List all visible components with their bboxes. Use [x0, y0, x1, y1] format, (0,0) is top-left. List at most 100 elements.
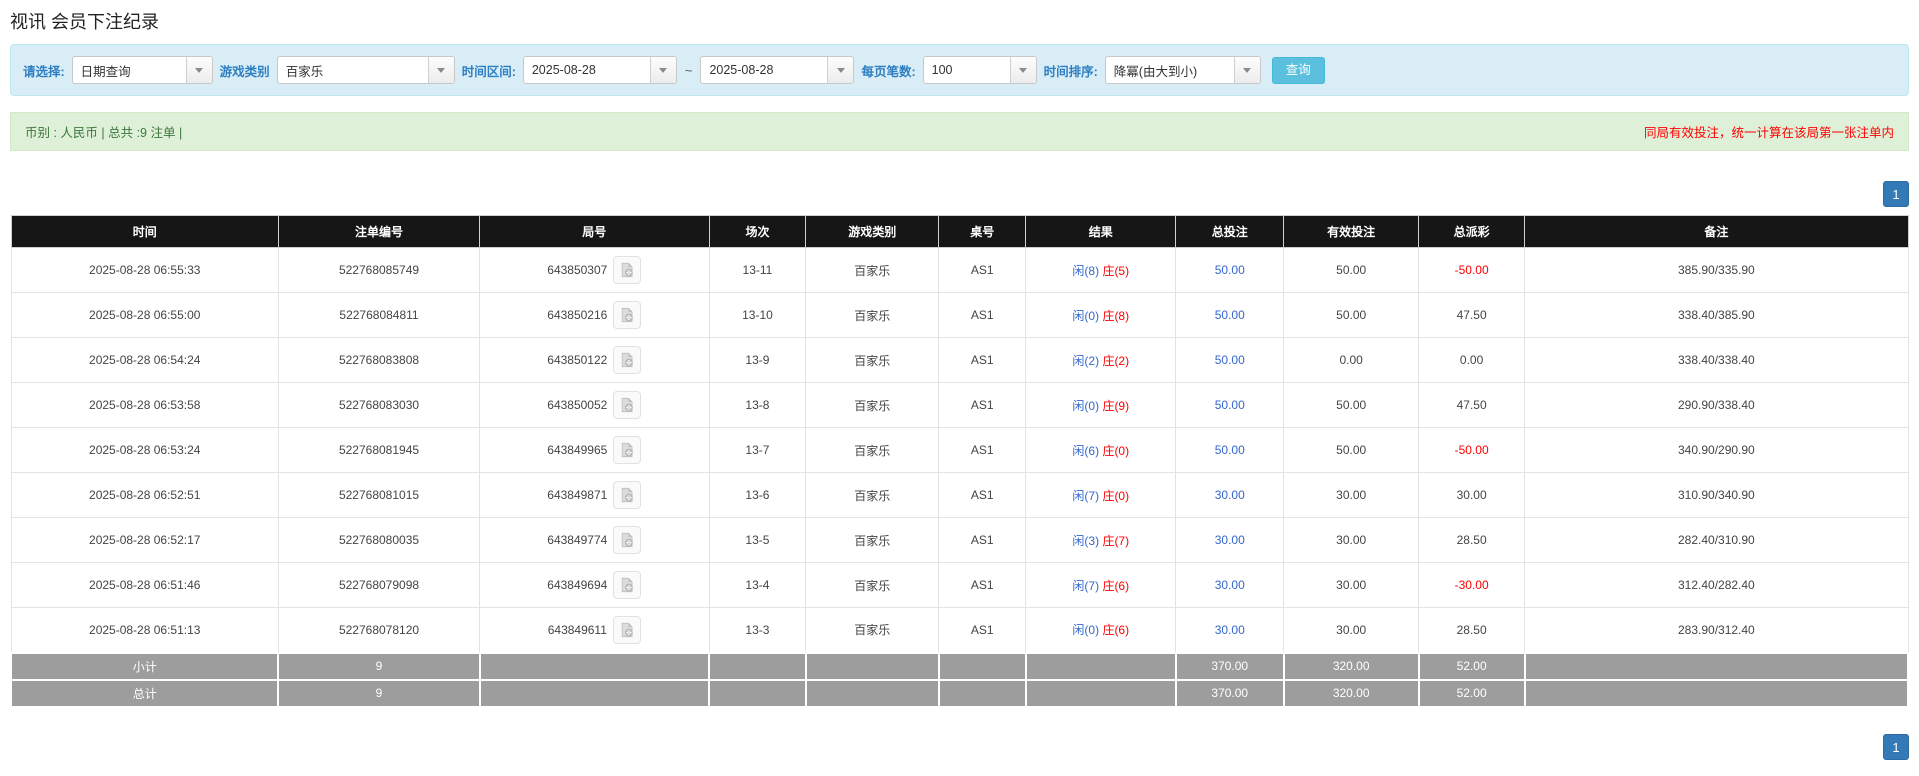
- page-1-button[interactable]: 1: [1883, 181, 1909, 207]
- video-replay-button[interactable]: [613, 526, 642, 554]
- subtotal-payout: 52.00: [1417, 651, 1526, 681]
- result-banker: 庄(0): [1102, 443, 1130, 458]
- video-replay-button[interactable]: [613, 481, 642, 509]
- cell-game-type: 百家乐: [805, 517, 940, 563]
- summary-currency-count: 币别 : 人民币 | 总共 :9 注单 |: [25, 126, 183, 140]
- result-banker: 庄(2): [1102, 353, 1130, 368]
- cell-round-number: 643849965: [479, 427, 710, 473]
- result-banker: 庄(0): [1102, 488, 1130, 503]
- cell-valid-bet: 50.00: [1283, 292, 1419, 338]
- video-replay-button[interactable]: [613, 391, 642, 419]
- cell-result: 闲(7) 庄(6): [1025, 562, 1177, 608]
- cell-payout: -50.00: [1417, 427, 1526, 473]
- cell-valid-bet: 30.00: [1283, 517, 1419, 563]
- page: 视讯 会员下注纪录 请选择: 日期查询 游戏类别 百家乐 时间区间: 2025-…: [0, 0, 1919, 776]
- header-time: 时间: [10, 215, 279, 248]
- total-bet-link[interactable]: 30.00: [1215, 488, 1245, 502]
- result-player: 闲(3): [1072, 533, 1100, 548]
- total-valid-bet: 320.00: [1282, 678, 1420, 708]
- header-bet-no: 注单编号: [277, 215, 481, 248]
- cell-session: 13-6: [708, 472, 807, 518]
- sort-order-value: 降冪(由大到小): [1113, 64, 1198, 79]
- game-type-select[interactable]: 百家乐: [276, 56, 455, 84]
- video-replay-icon: [622, 307, 634, 323]
- page-1-button[interactable]: 1: [1883, 733, 1909, 760]
- query-type-select[interactable]: 日期查询: [71, 56, 213, 84]
- cell-table-number: AS1: [938, 427, 1027, 473]
- total-bet-link[interactable]: 30.00: [1215, 533, 1245, 547]
- cell-table-number: AS1: [938, 472, 1027, 518]
- cell-game-type: 百家乐: [805, 472, 940, 518]
- video-replay-button[interactable]: [613, 346, 642, 374]
- cell-total-bet: 50.00: [1175, 247, 1285, 293]
- cell-game-type: 百家乐: [805, 292, 940, 338]
- date-to-value: 2025-08-28: [709, 63, 774, 77]
- query-type-value: 日期查询: [80, 64, 131, 79]
- total-bet-link[interactable]: 50.00: [1215, 263, 1245, 277]
- chevron-down-icon[interactable]: [1009, 57, 1036, 83]
- header-valid-bet: 有效投注: [1283, 215, 1419, 248]
- video-replay-button[interactable]: [612, 615, 641, 644]
- sort-order-label: 时间排序:: [1043, 64, 1098, 79]
- table-row: 2025-08-28 06:53:24 522768081945 6438499…: [10, 427, 1909, 473]
- video-replay-button[interactable]: [613, 571, 642, 599]
- cell-payout: 28.50: [1417, 607, 1526, 653]
- cell-bet-number: 522768079098: [277, 562, 481, 608]
- result-player: 闲(0): [1072, 398, 1100, 413]
- cell-valid-bet: 50.00: [1283, 247, 1419, 293]
- chevron-down-icon[interactable]: [1233, 57, 1260, 83]
- cell-bet-number: 522768083030: [277, 382, 481, 428]
- search-button[interactable]: 查询: [1271, 56, 1325, 84]
- total-total-bet: 370.00: [1174, 678, 1285, 708]
- chevron-down-icon[interactable]: [427, 57, 454, 83]
- cell-payout: -50.00: [1417, 247, 1526, 293]
- cell-note: 283.90/312.40: [1524, 607, 1909, 653]
- total-bet-link[interactable]: 30.00: [1215, 578, 1245, 592]
- video-replay-icon: [622, 532, 634, 548]
- header-round-no: 局号: [479, 215, 710, 248]
- video-replay-button[interactable]: [613, 256, 642, 284]
- cell-result: 闲(6) 庄(0): [1025, 427, 1177, 473]
- query-type-label: 请选择:: [23, 64, 65, 79]
- total-bet-link[interactable]: 50.00: [1215, 353, 1245, 367]
- cell-total-bet: 50.00: [1175, 427, 1285, 473]
- cell-game-type: 百家乐: [805, 562, 940, 608]
- video-replay-button[interactable]: [613, 436, 642, 464]
- cell-session: 13-8: [708, 382, 807, 428]
- cell-round-number: 643849611: [479, 607, 710, 653]
- sort-order-select[interactable]: 降冪(由大到小): [1104, 56, 1261, 84]
- table-row: 2025-08-28 06:55:33 522768085749 6438503…: [10, 247, 1909, 293]
- chevron-down-icon[interactable]: [185, 57, 212, 83]
- total-bet-link[interactable]: 50.00: [1215, 398, 1245, 412]
- cell-round-number: 643849694: [479, 562, 710, 608]
- cell-note: 338.40/338.40: [1524, 337, 1909, 383]
- cell-result: 闲(0) 庄(9): [1025, 382, 1177, 428]
- total-bet-link[interactable]: 50.00: [1215, 443, 1245, 457]
- video-replay-icon: [621, 622, 633, 637]
- cell-payout: -30.00: [1417, 562, 1526, 608]
- summary-bar: 币别 : 人民币 | 总共 :9 注单 | 同局有效投注，统一计算在该局第一张注…: [10, 112, 1909, 151]
- round-number: 643849694: [547, 578, 608, 592]
- cell-session: 13-5: [708, 517, 807, 563]
- chevron-down-icon[interactable]: [649, 57, 676, 83]
- cell-note: 310.90/340.90: [1524, 472, 1909, 518]
- cell-valid-bet: 30.00: [1283, 607, 1419, 653]
- date-to-select[interactable]: 2025-08-28: [700, 56, 855, 84]
- cell-time: 2025-08-28 06:51:13: [10, 607, 279, 653]
- cell-note: 338.40/385.90: [1524, 292, 1909, 338]
- cell-session: 13-9: [708, 337, 807, 383]
- cell-result: 闲(8) 庄(5): [1025, 247, 1177, 293]
- cell-bet-number: 522768078120: [277, 607, 481, 653]
- cell-table-number: AS1: [938, 247, 1027, 293]
- page-title: 视讯 会员下注纪录: [10, 12, 160, 32]
- page-size-select[interactable]: 100: [922, 56, 1037, 84]
- chevron-down-icon[interactable]: [827, 57, 854, 83]
- total-bet-link[interactable]: 30.00: [1215, 623, 1245, 637]
- cell-time: 2025-08-28 06:51:46: [10, 562, 279, 608]
- cell-table-number: AS1: [938, 382, 1027, 428]
- cell-valid-bet: 50.00: [1283, 427, 1419, 473]
- total-bet-link[interactable]: 50.00: [1215, 308, 1245, 322]
- video-replay-button[interactable]: [613, 301, 642, 329]
- date-from-select[interactable]: 2025-08-28: [522, 56, 677, 84]
- header-session: 场次: [708, 215, 807, 248]
